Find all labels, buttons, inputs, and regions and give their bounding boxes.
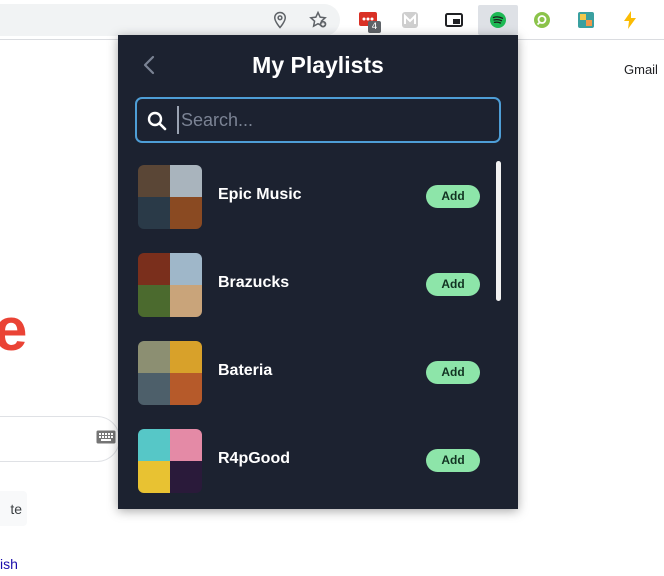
google-logo-fragment: e xyxy=(0,296,28,363)
cover-tile xyxy=(170,461,202,493)
playlist-cover xyxy=(138,341,202,405)
location-icon[interactable] xyxy=(268,8,292,32)
spotify-icon[interactable] xyxy=(486,8,510,32)
playlist-name: Bateria xyxy=(218,362,273,379)
playlist-list: Epic Music Add Brazucks Add Bateria Add xyxy=(118,159,518,509)
m-extension-icon[interactable] xyxy=(398,8,422,32)
cover-tile xyxy=(138,165,170,197)
cover-tile xyxy=(170,165,202,197)
cover-tile xyxy=(138,341,170,373)
search-input[interactable] xyxy=(177,106,487,134)
playlist-name: R4pGood xyxy=(218,450,290,467)
cover-tile xyxy=(138,253,170,285)
language-link[interactable]: ish xyxy=(0,556,18,572)
playlist-cover xyxy=(138,429,202,493)
list-scrollbar[interactable] xyxy=(496,161,501,301)
playlist-cover xyxy=(138,253,202,317)
extension-badge: 4 xyxy=(368,21,381,33)
cover-tile xyxy=(170,197,202,229)
puzzle-extension-icon[interactable] xyxy=(574,8,598,32)
playlist-name: Brazucks xyxy=(218,274,290,291)
playlist-search-box[interactable] xyxy=(135,97,501,143)
cover-tile xyxy=(170,285,202,317)
keyboard-icon[interactable] xyxy=(96,430,116,444)
cover-tile xyxy=(138,285,170,317)
cover-tile xyxy=(138,373,170,405)
popup-title: My Playlists xyxy=(252,52,384,78)
add-button[interactable]: Add xyxy=(426,273,480,296)
bookmark-star-icon[interactable] xyxy=(306,8,330,32)
add-button[interactable]: Add xyxy=(426,361,480,384)
playlist-item-brazucks[interactable]: Brazucks Add xyxy=(118,247,498,335)
playlist-item-epic-music[interactable]: Epic Music Add xyxy=(118,159,498,247)
playlist-name: Epic Music xyxy=(218,186,302,203)
search-extension-icon[interactable] xyxy=(530,8,554,32)
browser-toolbar: 4 xyxy=(0,0,664,40)
playlist-item-r4pgood[interactable]: R4pGood Add xyxy=(118,423,498,509)
cover-tile xyxy=(138,197,170,229)
playlist-cover xyxy=(138,165,202,229)
playlist-item-bateria[interactable]: Bateria Add xyxy=(118,335,498,423)
add-button[interactable]: Add xyxy=(426,449,480,472)
add-button[interactable]: Add xyxy=(426,185,480,208)
cover-tile xyxy=(170,373,202,405)
gmail-link[interactable]: Gmail xyxy=(624,62,658,77)
cover-tile xyxy=(170,429,202,461)
google-search-button[interactable]: te xyxy=(0,491,27,526)
playlists-popup: My Playlists Epic Music Add Brazucks Ad xyxy=(118,35,518,509)
cover-tile xyxy=(170,341,202,373)
picture-in-picture-icon[interactable] xyxy=(442,8,466,32)
search-icon xyxy=(147,111,167,131)
cover-tile xyxy=(170,253,202,285)
cover-tile xyxy=(138,461,170,493)
lightning-icon[interactable] xyxy=(618,8,642,32)
cover-tile xyxy=(138,429,170,461)
